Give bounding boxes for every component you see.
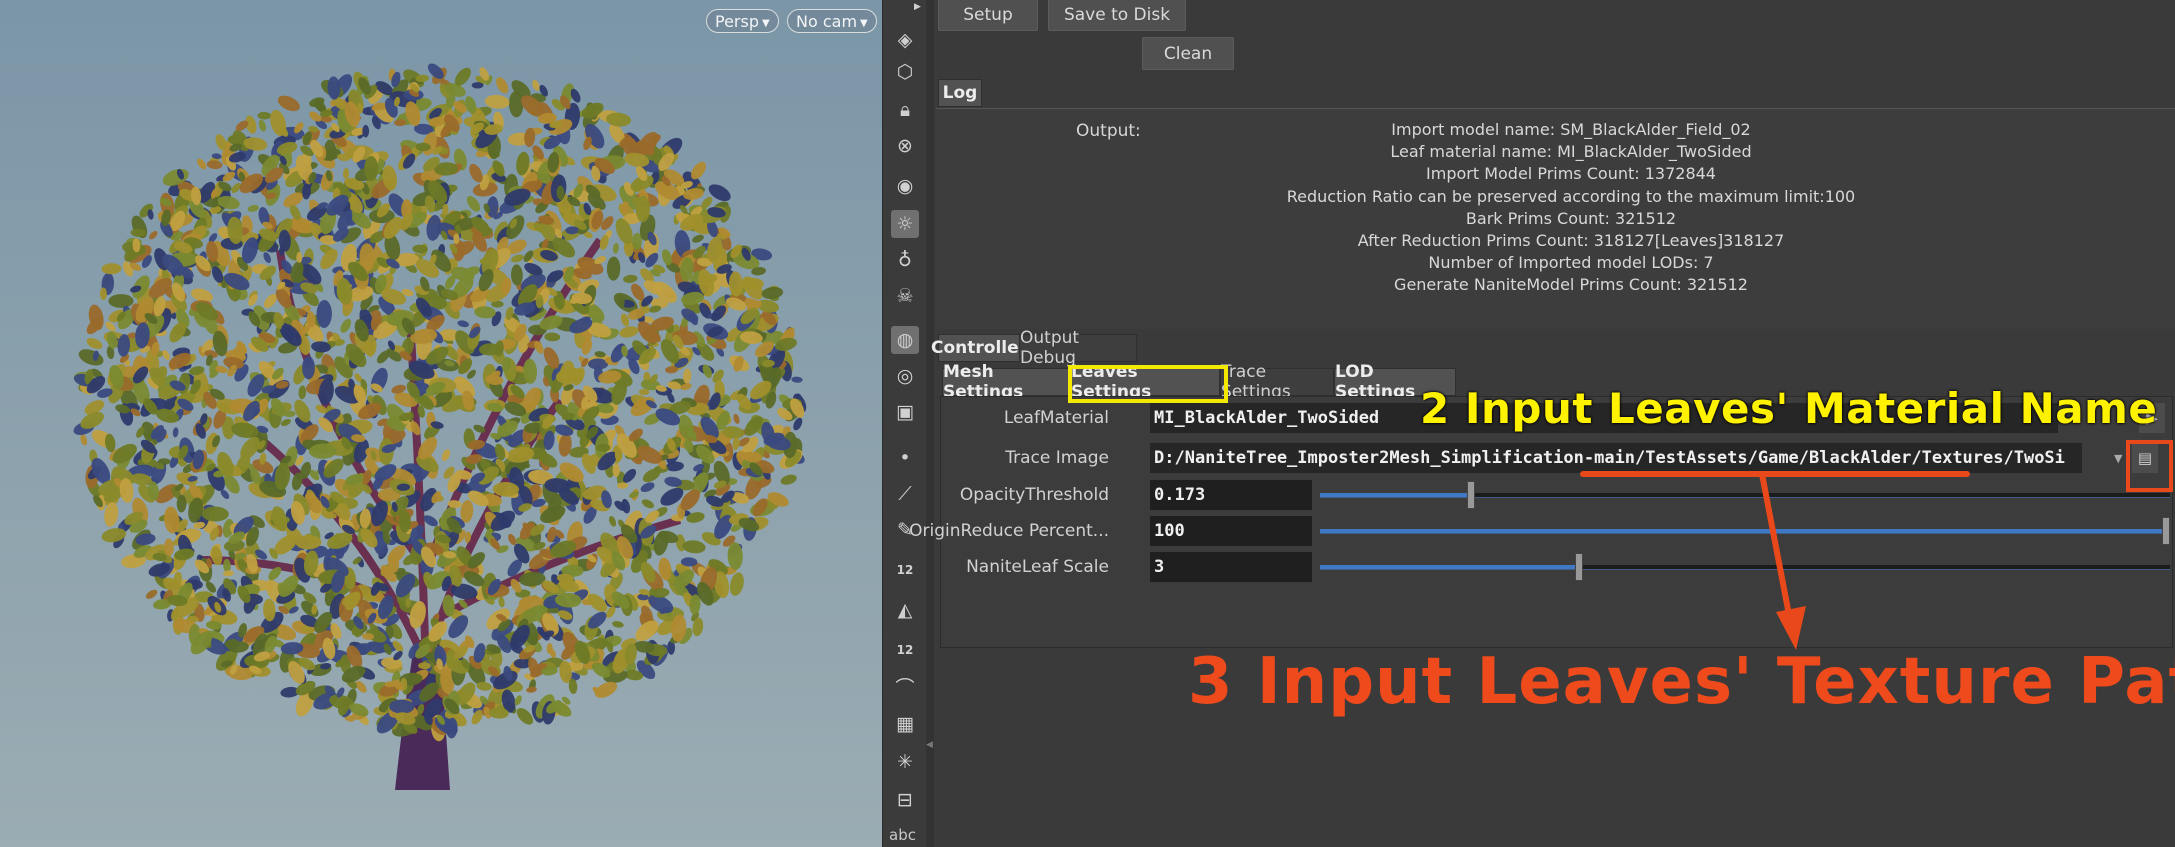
shelf-expand-icon[interactable]: ▶ xyxy=(914,2,921,12)
sphere-icon[interactable]: ◉ xyxy=(891,172,919,200)
log-line: Number of Imported model LODs: 7 xyxy=(1428,253,1714,273)
chevron-down-icon: ▼ xyxy=(860,18,868,29)
log-line: Import Model Prims Count: 1372844 xyxy=(1426,164,1716,184)
annotation-step-2: 2 Input Leaves' Material Name xyxy=(1420,384,2158,433)
log-line: Import model name: SM_BlackAlder_Field_0… xyxy=(1391,120,1751,139)
number-12-icon[interactable]: 12 xyxy=(891,556,919,584)
badge-12b: 12 xyxy=(896,643,914,657)
number-12b-icon[interactable]: 12 xyxy=(891,636,919,664)
slider-fill xyxy=(1320,493,1468,497)
nanite-leaf-scale-field[interactable]: 3 xyxy=(1150,552,1312,582)
skull-icon[interactable]: ☠ xyxy=(891,282,919,310)
collapse-icon[interactable]: ◀ xyxy=(926,740,933,750)
leaves-settings-highlight xyxy=(1068,365,1228,403)
trace-image-label: Trace Image xyxy=(1005,448,1109,468)
log-output-box: Output: Import model name: SM_BlackAlder… xyxy=(936,108,2175,329)
opacity-threshold-field[interactable]: 0.173 xyxy=(1150,480,1312,510)
tab-output-debug[interactable]: Output Debug xyxy=(1019,328,1137,368)
tree-render xyxy=(73,63,807,790)
snap-icon[interactable]: ✳ xyxy=(891,748,919,776)
light-2-icon[interactable]: ♁ xyxy=(891,246,919,274)
chevron-down-icon: ▼ xyxy=(762,18,770,29)
save-to-disk-button[interactable]: Save to Disk xyxy=(1048,0,1186,31)
slider-handle[interactable] xyxy=(2162,517,2170,545)
pane-splitter[interactable]: ◀ xyxy=(926,0,934,847)
tab-log[interactable]: Log xyxy=(938,79,982,107)
file-browse-highlight xyxy=(2126,440,2173,492)
down-arrow-icon xyxy=(1759,471,1806,650)
slider-handle[interactable] xyxy=(1575,553,1583,581)
slider-fill xyxy=(1320,565,1575,569)
log-line: Bark Prims Count: 321512 xyxy=(1465,208,1677,228)
origin-reduce-label: OriginReduce Percent... xyxy=(909,521,1109,541)
paint-icon[interactable]: ◭ xyxy=(891,596,919,624)
3d-viewport[interactable]: Persp ▼ No cam ▼ xyxy=(0,0,882,847)
camera-select-button[interactable]: No cam ▼ xyxy=(787,9,877,33)
slider-handle[interactable] xyxy=(1467,481,1476,509)
log-line: Leaf material name: MI_BlackAlder_TwoSid… xyxy=(1390,142,1752,162)
camera-select-label: No cam xyxy=(796,12,858,31)
abc-label: abc xyxy=(889,826,916,844)
leaf-material-label: LeafMaterial xyxy=(1003,408,1109,428)
tab-mesh-settings[interactable]: Mesh Settings xyxy=(942,362,1070,402)
tab-trace-settings[interactable]: Trace Settings xyxy=(1220,362,1334,402)
setup-button[interactable]: Setup xyxy=(938,0,1038,31)
camera-mode-label: Persp xyxy=(715,12,759,31)
eye-icon[interactable]: ◎ xyxy=(891,362,919,390)
camera-mode-button[interactable]: Persp ▼ xyxy=(706,9,779,33)
log-lines: Import model name: SM_BlackAlder_Field_0… xyxy=(1226,119,1916,297)
trace-image-path-field[interactable]: D:/NaniteTree_Imposter2Mesh_Simplificati… xyxy=(1150,443,2082,473)
chevron-down-icon[interactable]: ▼ xyxy=(2114,452,2122,465)
annotation-step-3: 3 Input Leaves' Texture Path xyxy=(1188,645,2175,719)
log-line: Reduction Ratio can be preserved accordi… xyxy=(1286,186,1856,206)
badge-12: 12 xyxy=(896,563,914,577)
curve-icon[interactable]: ⌒ xyxy=(891,672,919,700)
parameter-area xyxy=(940,396,2173,648)
light-icon[interactable]: ☼ xyxy=(891,210,919,238)
lock-icon[interactable]: 🔒︎ xyxy=(891,96,919,124)
tab-controller[interactable]: Controller xyxy=(931,334,1027,362)
grid-icon[interactable]: ▦ xyxy=(891,710,919,738)
close-light-icon[interactable]: ⊗ xyxy=(891,132,919,160)
dot-icon[interactable]: • xyxy=(891,444,919,472)
sphere-checker-icon[interactable]: ◍ xyxy=(891,326,919,354)
select-icon[interactable]: ⬡ xyxy=(891,58,919,86)
log-line: After Reduction Prims Count: 318127[Leav… xyxy=(1357,231,1785,251)
opacity-threshold-label: OpacityThreshold xyxy=(959,485,1109,505)
clean-button[interactable]: Clean xyxy=(1142,37,1234,70)
tool-shelf: ▶ ◈ ⬡ 🔒︎ ⊗ ◉ ☼ ♁ ☠ ◍ ◎ ▣ • ⟋ ✎ 12 ◭ 12 ⌒… xyxy=(882,0,928,847)
origin-reduce-field[interactable]: 100 xyxy=(1150,516,1312,546)
display-icon[interactable]: ⊟ xyxy=(891,786,919,814)
output-label: Output: xyxy=(1076,121,1141,141)
view-icon[interactable]: ◈ xyxy=(891,26,919,54)
nanite-leaf-scale-label: NaniteLeaf Scale xyxy=(966,557,1109,577)
camera-icon[interactable]: ▣ xyxy=(891,398,919,426)
log-line: Generate NaniteModel Prims Count: 321512 xyxy=(1394,275,1748,295)
brush-icon[interactable]: ⟋ xyxy=(891,480,919,508)
